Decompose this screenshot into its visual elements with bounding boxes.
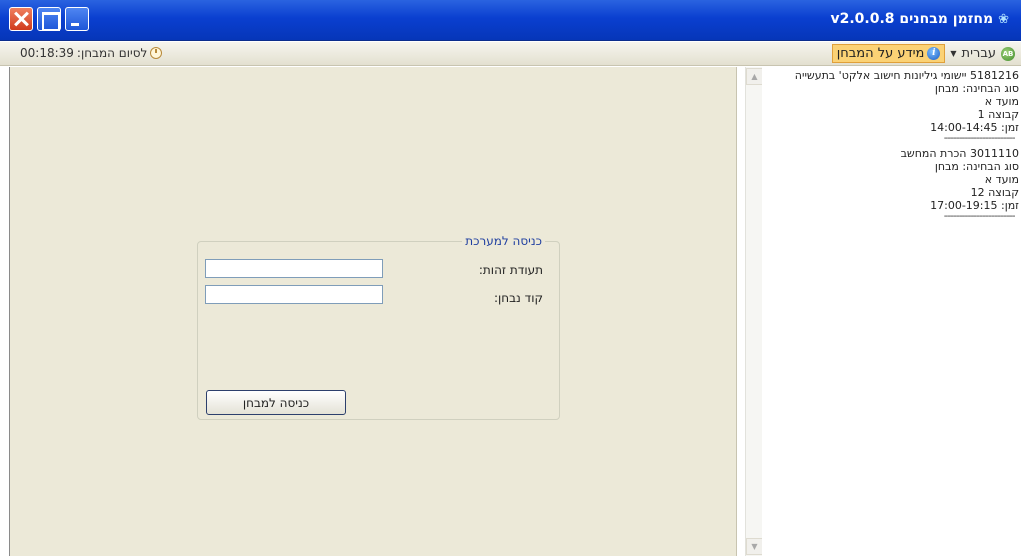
chevron-down-icon[interactable]: ▼: [950, 49, 956, 58]
exam-list-scrollbar[interactable]: ▲ ▼: [745, 67, 763, 556]
main-panel: כניסה למערכת תעודת זהות: קוד נבחן: כניסה…: [9, 67, 737, 556]
clock-icon: [150, 47, 163, 59]
exam-group: קבוצה 12: [970, 186, 1019, 199]
login-group-title: כניסה למערכת: [462, 234, 545, 248]
id-number-input[interactable]: [205, 259, 383, 278]
list-item: 5181216 יישומי גיליונות חישוב אלקט' בתעש…: [762, 69, 1019, 142]
exam-list: 5181216 יישומי גיליונות חישוב אלקט' בתעש…: [762, 67, 1021, 556]
toolbar: 00:18:39 לסיום המבחן: AB עברית ▼ i מידע …: [0, 42, 1021, 66]
exam-title: 5181216 יישומי גיליונות חישוב אלקט' בתעש…: [794, 69, 1019, 82]
id-number-label: תעודת זהות:: [478, 263, 543, 277]
window-minimize-button[interactable]: [65, 7, 89, 31]
list-item: 3011110 הכרת המחשב סוג הבחינה: מבחן מועד…: [762, 147, 1019, 220]
info-icon: i: [927, 47, 941, 60]
title-bar: ❀ מחזמן מבחנים v2.0.0.8: [0, 0, 1021, 41]
exam-time: זמן: 17:00-19:15: [930, 199, 1019, 212]
scroll-down-icon[interactable]: ▼: [746, 538, 763, 555]
timer-value: 00:18:39: [20, 46, 74, 60]
scroll-up-icon[interactable]: ▲: [746, 68, 763, 85]
window-title-area: ❀ מחזמן מבחנים v2.0.0.8: [831, 11, 1010, 27]
exam-info-label: מידע על המבחן: [836, 46, 925, 61]
exam-time: זמן: 14:00-14:45: [930, 121, 1019, 134]
exam-separator: ------------------------: [943, 212, 1015, 220]
exam-title: 3011110 הכרת המחשב: [900, 147, 1019, 160]
exam-info-button[interactable]: i מידע על המבחן: [831, 44, 946, 63]
examinee-code-label: קוד נבחן:: [493, 291, 543, 305]
exam-timer: 00:18:39 לסיום המבחן:: [20, 46, 163, 60]
app-logo-icon: ❀: [998, 11, 1009, 27]
exam-group: קבוצה 1: [977, 108, 1019, 121]
exam-session: מועד א: [984, 173, 1019, 186]
window-close-button[interactable]: [9, 7, 33, 31]
window-title: מחזמן מבחנים v2.0.0.8: [830, 11, 994, 27]
language-icon: AB: [1001, 46, 1015, 61]
exam-type: סוג הבחינה: מבחן: [934, 82, 1019, 95]
exam-session: מועד א: [984, 95, 1019, 108]
toolbar-right-group: AB עברית ▼ i מידע על המבחן: [831, 44, 1015, 63]
language-selector[interactable]: עברית: [962, 46, 996, 61]
enter-exam-button[interactable]: כניסה למבחן: [206, 390, 346, 415]
timer-label: לסיום המבחן:: [76, 46, 148, 60]
exam-type: סוג הבחינה: מבחן: [934, 160, 1019, 173]
exam-separator: ------------------------: [943, 134, 1015, 142]
window-maximize-button[interactable]: [37, 7, 61, 31]
examinee-code-input[interactable]: [205, 285, 383, 304]
login-group: כניסה למערכת תעודת זהות: קוד נבחן: כניסה…: [197, 234, 560, 420]
